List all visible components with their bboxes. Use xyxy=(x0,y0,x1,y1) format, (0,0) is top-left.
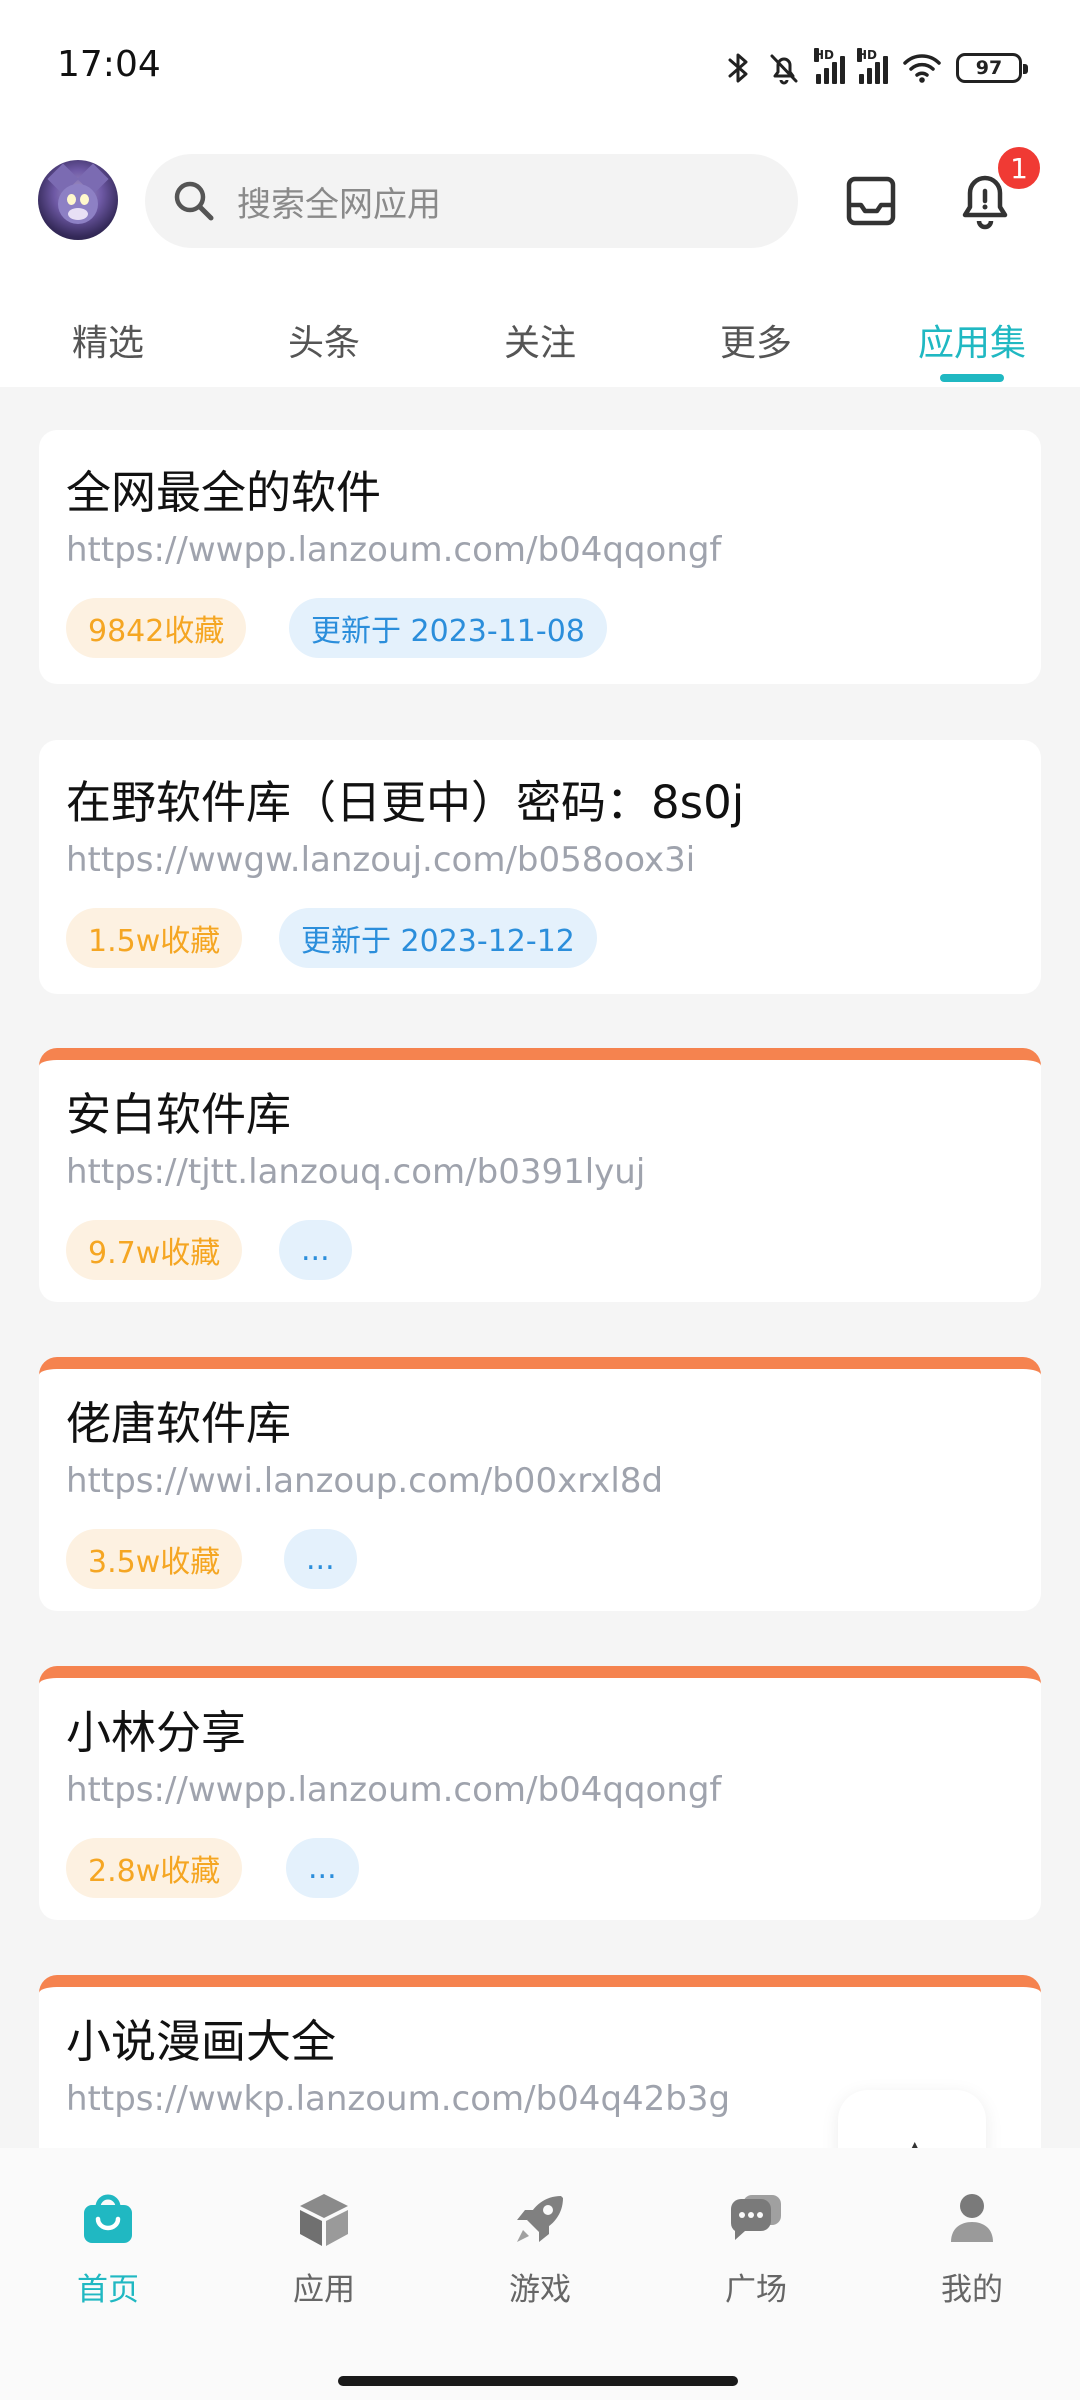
inbox-icon xyxy=(846,176,896,226)
nav-square[interactable]: 广场 xyxy=(686,2188,826,2309)
tab-following[interactable]: 关注 xyxy=(504,314,576,366)
update-date-badge: ... xyxy=(286,1838,359,1898)
update-date-badge: 更新于 2023-12-12 xyxy=(279,908,597,968)
battery-level: 97 xyxy=(975,57,1003,79)
card-url[interactable]: https://wwkp.lanzoum.com/b04q42b3g xyxy=(66,2079,730,2119)
app-collection-card[interactable]: 佬唐软件库 https://wwi.lanzoup.com/b00xrxl8d … xyxy=(39,1357,1041,1611)
tab-app-collections[interactable]: 应用集 xyxy=(918,314,1026,366)
status-icons: HD HD 97 xyxy=(726,48,1028,88)
wifi-icon xyxy=(903,54,941,83)
inbox-button[interactable] xyxy=(838,168,904,234)
bottom-nav: 首页 应用 游戏 广场 我的 xyxy=(0,2148,1080,2400)
app-collection-card[interactable]: 小林分享 https://wwpp.lanzoum.com/b04qqongf … xyxy=(39,1666,1041,1920)
card-url[interactable]: https://tjtt.lanzouq.com/b0391lyuj xyxy=(66,1152,645,1192)
card-title: 小说漫画大全 xyxy=(66,2015,337,2068)
person-icon xyxy=(941,2188,1003,2250)
update-date-badge: ... xyxy=(284,1529,357,1589)
silent-bell-icon xyxy=(770,54,798,85)
favorites-badge: 9842收藏 xyxy=(66,598,247,658)
nav-home-label: 首页 xyxy=(77,2272,139,2308)
notification-badge: 1 xyxy=(995,144,1043,192)
card-url[interactable]: https://wwpp.lanzoum.com/b04qqongf xyxy=(66,530,721,570)
signal-2-icon: HD xyxy=(857,48,888,84)
nav-home[interactable]: 首页 xyxy=(38,2188,178,2309)
nav-square-label: 广场 xyxy=(725,2272,787,2308)
update-date-badge: 更新于 2023-11-08 xyxy=(289,598,607,658)
battery-icon: 97 xyxy=(956,53,1028,83)
search-placeholder: 搜索全网应用 xyxy=(237,184,441,225)
rocket-icon xyxy=(509,2188,571,2250)
nav-apps-label: 应用 xyxy=(293,2272,355,2308)
app-collection-card[interactable]: 安白软件库 https://tjtt.lanzouq.com/b0391lyuj… xyxy=(39,1048,1041,1302)
nav-profile[interactable]: 我的 xyxy=(902,2188,1042,2309)
card-title: 在野软件库（日更中）密码：8s0j xyxy=(66,776,745,829)
card-url[interactable]: https://wwi.lanzoup.com/b00xrxl8d xyxy=(66,1461,663,1501)
cube-icon xyxy=(293,2188,355,2250)
chat-bubbles-icon xyxy=(725,2188,787,2250)
bag-icon xyxy=(77,2188,139,2250)
nav-apps[interactable]: 应用 xyxy=(254,2188,394,2309)
favorites-badge: 1.5w收藏 xyxy=(66,908,243,968)
status-time: 17:04 xyxy=(57,44,161,85)
nav-games-label: 游戏 xyxy=(509,2272,571,2308)
favorites-badge: 9.7w收藏 xyxy=(66,1220,243,1280)
search-bar[interactable]: 搜索全网应用 xyxy=(145,154,798,248)
status-bar: 17:04 HD HD 97 xyxy=(0,0,1080,140)
tab-bar: 精选 头条 关注 更多 应用集 xyxy=(0,300,1080,382)
avatar[interactable] xyxy=(38,160,118,240)
favorites-badge: 2.8w收藏 xyxy=(66,1838,243,1898)
card-url[interactable]: https://wwgw.lanzouj.com/b058oox3i xyxy=(66,840,695,880)
card-title: 安白软件库 xyxy=(66,1088,292,1141)
tab-active-indicator xyxy=(940,374,1004,382)
card-title: 全网最全的软件 xyxy=(66,466,382,519)
card-title: 小林分享 xyxy=(66,1706,247,1759)
search-icon xyxy=(174,181,214,221)
app-collection-card[interactable]: 全网最全的软件 https://wwpp.lanzoum.com/b04qqon… xyxy=(39,430,1041,684)
update-date-badge: ... xyxy=(279,1220,352,1280)
home-indicator[interactable] xyxy=(338,2376,738,2386)
tab-more[interactable]: 更多 xyxy=(720,314,792,366)
signal-1-icon: HD xyxy=(814,48,845,84)
app-collection-card[interactable]: 在野软件库（日更中）密码：8s0j https://wwgw.lanzouj.c… xyxy=(39,740,1041,994)
nav-profile-label: 我的 xyxy=(941,2272,1003,2308)
card-url[interactable]: https://wwpp.lanzoum.com/b04qqongf xyxy=(66,1770,721,1810)
tab-headlines[interactable]: 头条 xyxy=(288,314,360,366)
card-title: 佬唐软件库 xyxy=(66,1397,292,1450)
bluetooth-icon xyxy=(728,53,748,83)
tab-featured[interactable]: 精选 xyxy=(72,314,144,366)
nav-games[interactable]: 游戏 xyxy=(470,2188,610,2309)
favorites-badge: 3.5w收藏 xyxy=(66,1529,243,1589)
